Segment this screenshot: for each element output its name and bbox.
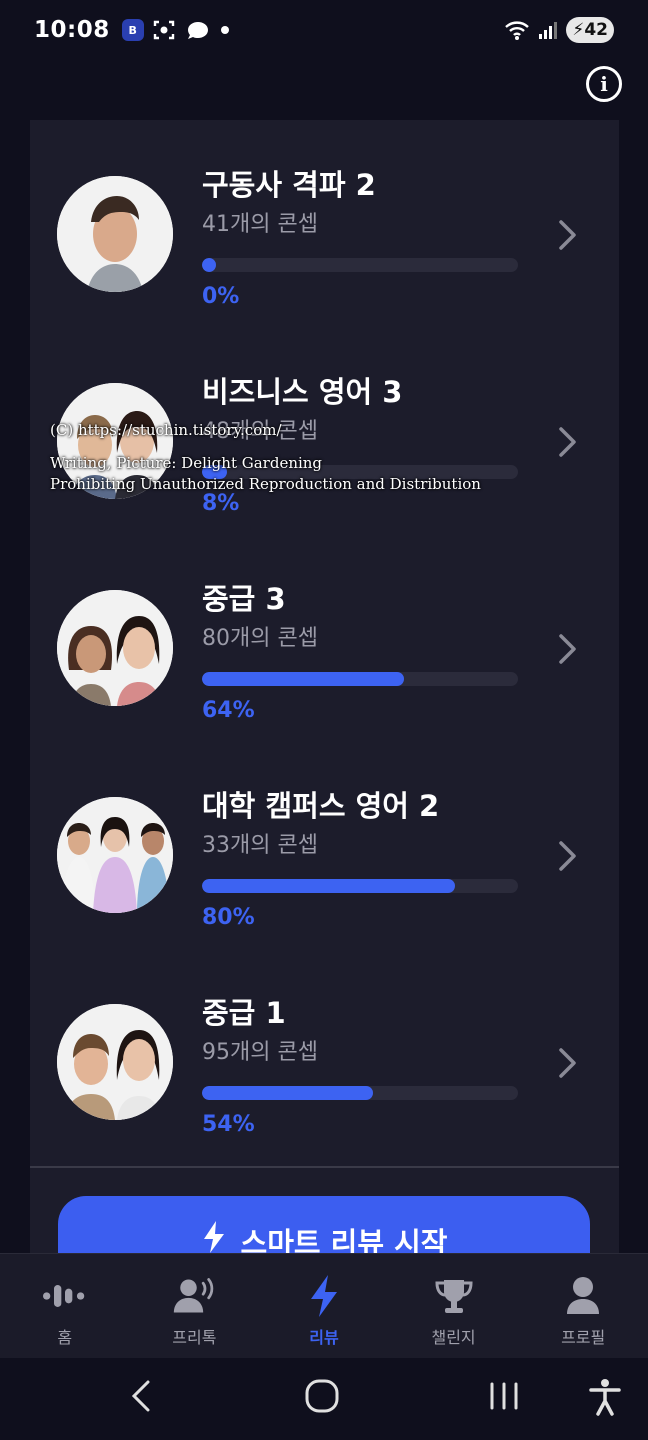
signal-icon xyxy=(539,22,558,39)
progress-percent: 0% xyxy=(202,284,240,309)
bottom-nav: 홈 프리톡 리뷰 챌린지 프로필 xyxy=(0,1253,648,1358)
course-avatar xyxy=(57,797,173,913)
recent-apps-icon[interactable] xyxy=(488,1378,520,1414)
home-icon[interactable] xyxy=(304,1378,340,1414)
progress-bar xyxy=(202,672,518,686)
tab-label: 프로필 xyxy=(561,1328,606,1347)
accessibility-icon[interactable] xyxy=(588,1378,622,1416)
tab-profile[interactable]: 프로필 xyxy=(518,1254,648,1358)
course-title: 중급 1 xyxy=(202,996,286,1030)
watermark-author: Writing, Picture: Delight Gardening xyxy=(50,454,323,472)
course-list: 구동사 격파 2 41개의 콘셉 0% 비즈니스 영어 3 48개의 콘셉 8%… xyxy=(30,120,619,1253)
screenshot-icon xyxy=(153,20,174,40)
course-item[interactable]: 구동사 격파 2 41개의 콘셉 0% xyxy=(30,120,619,320)
lightning-icon xyxy=(203,1221,224,1253)
watermark: (C) https://stuchin.tistory.com/ Writing… xyxy=(50,420,610,495)
battery-level: 42 xyxy=(584,20,608,40)
divider xyxy=(30,1166,619,1168)
chevron-right-icon xyxy=(559,1048,576,1078)
trophy-icon xyxy=(432,1274,476,1318)
tab-review[interactable]: 리뷰 xyxy=(259,1254,389,1358)
course-item[interactable]: 중급 3 80개의 콘셉 64% xyxy=(30,534,619,734)
chevron-right-icon xyxy=(559,220,576,250)
back-icon[interactable] xyxy=(128,1378,156,1414)
speaking-person-icon xyxy=(172,1274,216,1318)
notification-icons: B xyxy=(121,18,230,42)
wifi-icon xyxy=(505,21,530,40)
concept-count: 80개의 콘셉 xyxy=(202,626,318,651)
watermark-notice: Prohibiting Unauthorized Reproduction an… xyxy=(50,475,481,493)
person-icon xyxy=(561,1274,605,1318)
tab-home[interactable]: 홈 xyxy=(0,1254,130,1358)
course-title: 대학 캠퍼스 영어 2 xyxy=(202,789,440,823)
course-item[interactable]: 대학 캠퍼스 영어 2 33개의 콘셉 80% xyxy=(30,741,619,941)
course-item[interactable]: 중급 1 95개의 콘셉 54% xyxy=(30,948,619,1148)
tab-label: 홈 xyxy=(57,1328,73,1347)
progress-fill xyxy=(202,258,216,272)
system-status: ⚡ 42 xyxy=(504,17,614,43)
app-notification-icon: B xyxy=(121,19,144,41)
progress-percent: 54% xyxy=(202,1112,255,1137)
status-bar: 10:08 B ⚡ 42 xyxy=(0,0,648,60)
progress-fill xyxy=(202,879,455,893)
course-title: 비즈니스 영어 3 xyxy=(202,375,403,409)
progress-fill xyxy=(202,672,405,686)
tab-label: 프리톡 xyxy=(172,1328,217,1347)
course-avatar xyxy=(57,1004,173,1120)
course-title: 구동사 격파 2 xyxy=(202,168,376,202)
concept-count: 41개의 콘셉 xyxy=(202,212,318,237)
progress-bar xyxy=(202,1086,518,1100)
course-avatar xyxy=(57,176,173,292)
progress-fill xyxy=(202,1086,373,1100)
info-button[interactable]: i xyxy=(586,66,622,102)
chevron-right-icon xyxy=(559,634,576,664)
progress-percent: 80% xyxy=(202,905,255,930)
battery-indicator: ⚡ 42 xyxy=(566,17,614,43)
tab-challenge[interactable]: 챌린지 xyxy=(389,1254,519,1358)
tab-freetalk[interactable]: 프리톡 xyxy=(130,1254,260,1358)
progress-bar xyxy=(202,879,518,893)
chat-bubble-icon xyxy=(187,22,208,39)
concept-count: 95개의 콘셉 xyxy=(202,1040,318,1065)
system-nav-bar xyxy=(0,1358,648,1440)
concept-count: 33개의 콘셉 xyxy=(202,833,318,858)
info-icon: i xyxy=(600,72,608,96)
progress-bar xyxy=(202,258,518,272)
lightning-icon xyxy=(302,1274,346,1318)
voice-wave-icon xyxy=(42,1274,87,1318)
tab-label: 리뷰 xyxy=(309,1328,339,1347)
watermark-copyright: (C) https://stuchin.tistory.com/ xyxy=(50,421,282,439)
chevron-right-icon xyxy=(559,841,576,871)
dot-icon xyxy=(220,26,229,34)
course-title: 중급 3 xyxy=(202,582,286,616)
tab-label: 챌린지 xyxy=(431,1328,476,1347)
course-avatar xyxy=(57,590,173,706)
status-time: 10:08 xyxy=(34,17,110,43)
progress-percent: 64% xyxy=(202,698,255,723)
